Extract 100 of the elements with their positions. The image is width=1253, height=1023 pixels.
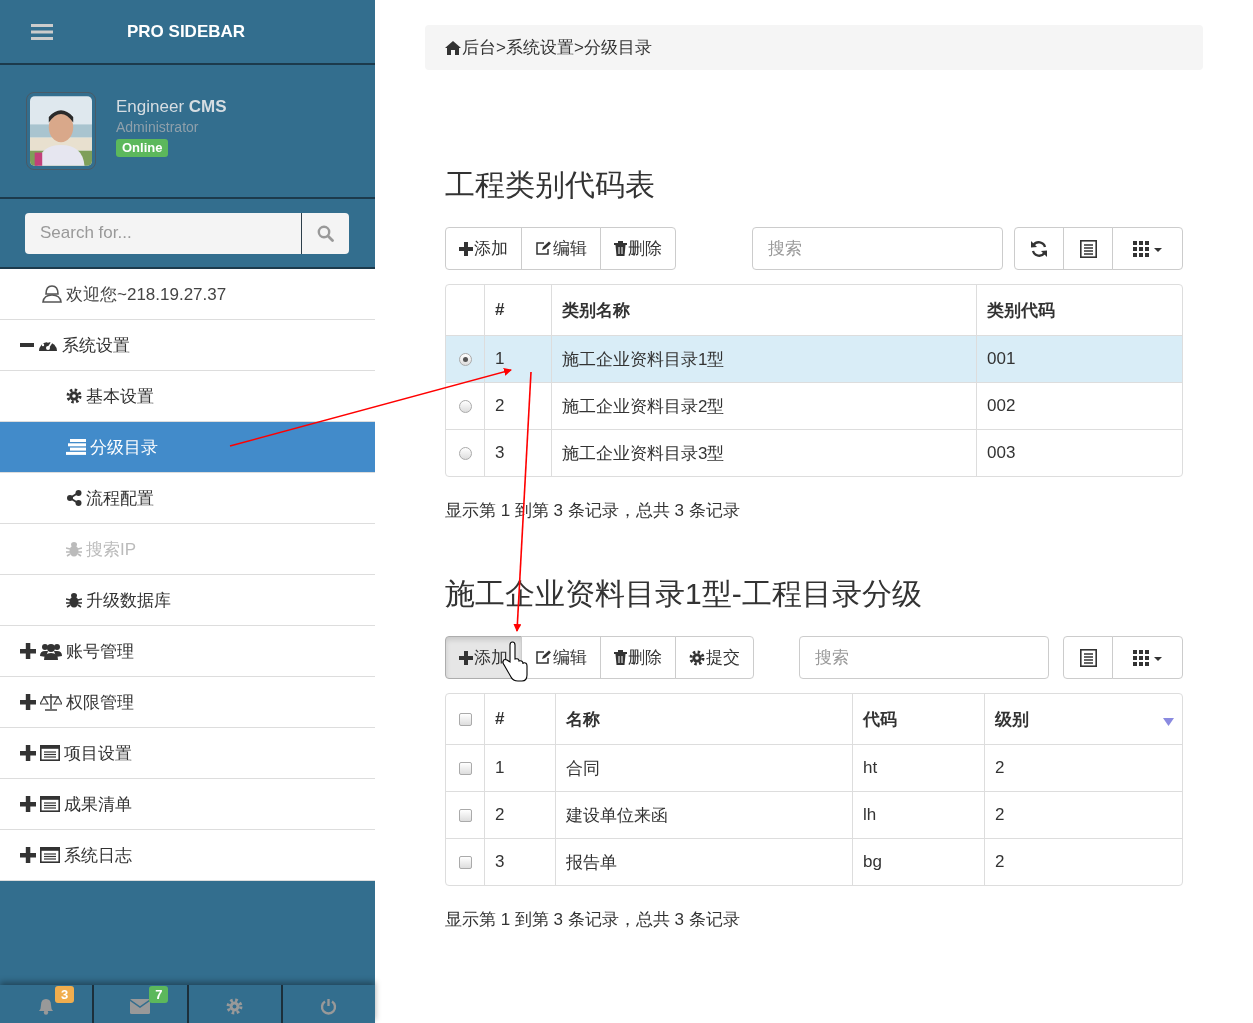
menu-item[interactable]: 账号管理 [0, 626, 375, 677]
search-button[interactable] [302, 212, 349, 254]
menu-item[interactable]: 项目设置 [0, 728, 375, 779]
tool-button[interactable] [1112, 227, 1183, 270]
menu-label: 搜索IP [86, 538, 137, 561]
menu-item[interactable]: 成果清单 [0, 779, 375, 830]
share-icon [66, 490, 82, 506]
table-cell: 3 [495, 852, 505, 872]
table-row[interactable]: 1 施工企业资料目录1型 001 [446, 335, 1182, 382]
bug-icon [66, 541, 82, 557]
menu-item[interactable]: 权限管理 [0, 677, 375, 728]
table-cell: 2 [995, 852, 1005, 872]
table-row[interactable]: 3 报告单 bg 2 [446, 838, 1182, 885]
plus-icon [459, 650, 473, 665]
select-all-checkbox[interactable] [458, 712, 472, 726]
table-cell: 2 [995, 805, 1005, 825]
gear-icon [689, 649, 705, 666]
table-cell-text: 合同 [566, 757, 600, 780]
menu-item[interactable]: 系统日志 [0, 830, 375, 881]
toolbar-button[interactable]: 添加 [445, 227, 522, 270]
menu-label: 系统设置 [62, 334, 130, 357]
menu-label: 基本设置 [86, 385, 154, 408]
list-icon [40, 847, 60, 863]
count-badge: 7 [149, 986, 169, 1003]
tool-button[interactable] [1112, 636, 1183, 679]
refresh-icon [1030, 239, 1048, 258]
columns-dropdown-icon [1132, 649, 1163, 666]
submenu-item[interactable]: 升级数据库 [0, 575, 375, 626]
submenu-item[interactable]: 分级目录 [0, 422, 375, 473]
tool-button[interactable] [1063, 636, 1113, 679]
list-icon [40, 745, 60, 761]
plus-icon [459, 241, 473, 256]
table-cell: 1 [495, 758, 505, 778]
envelope-icon [130, 998, 151, 1014]
toolbar-button[interactable]: 删除 [600, 227, 676, 270]
columns-dropdown-icon [1132, 240, 1163, 257]
search-icon [317, 224, 334, 242]
list-icon [1079, 239, 1097, 258]
stack-icon [66, 439, 86, 455]
toolbar-button[interactable]: 编辑 [521, 636, 601, 679]
breadcrumb-text: 后台>系统设置>分级目录 [462, 37, 652, 59]
row-radio[interactable] [458, 399, 472, 413]
table-cell-text: 建设单位来函 [566, 804, 668, 827]
scale-icon [40, 693, 62, 711]
row-checkbox[interactable] [458, 808, 472, 822]
toolbar-button[interactable]: 删除 [600, 636, 676, 679]
column-header[interactable]: 代码 [852, 694, 984, 744]
brand-title: PRO SIDEBAR [127, 21, 246, 42]
row-checkbox[interactable] [458, 761, 472, 775]
table-row[interactable]: 3 施工企业资料目录3型 003 [446, 429, 1182, 476]
table-row[interactable]: 1 合同 ht 2 [446, 744, 1182, 791]
table-cell: bg [863, 852, 882, 872]
column-header[interactable]: # [484, 694, 555, 744]
user-role: Administrator [116, 119, 199, 135]
column-header[interactable]: 级别 [984, 694, 1182, 744]
sort-icon [1163, 718, 1174, 726]
menu-label: 分级目录 [90, 436, 158, 459]
search-field[interactable]: Search for... [25, 212, 302, 254]
toolbar-button[interactable]: 提交 [675, 636, 754, 679]
row-checkbox[interactable] [458, 855, 472, 869]
menu-item[interactable]: 欢迎您~218.19.27.37 [0, 269, 375, 320]
tool-button[interactable] [1063, 227, 1113, 270]
status-badge: Online [116, 139, 169, 157]
table-cell: 002 [987, 396, 1016, 416]
gear-icon [226, 997, 244, 1015]
users-icon [40, 642, 62, 660]
edit-icon [535, 241, 552, 256]
pagination-info: 显示第 1 到第 3 条记录，总共 3 条记录 [445, 909, 741, 931]
gear-icon [66, 388, 82, 404]
table-cell: 2 [495, 805, 505, 825]
bell-icon [37, 997, 56, 1015]
table-cell: ht [863, 758, 878, 778]
row-radio[interactable] [458, 352, 472, 366]
user-name: Engineer CMS [116, 97, 227, 117]
list-icon [40, 796, 60, 812]
trash-icon [614, 241, 627, 256]
plus-icon [20, 796, 36, 812]
menu-item[interactable]: 系统设置 [0, 320, 375, 371]
menu-label: 升级数据库 [86, 589, 171, 612]
edit-icon [535, 650, 552, 665]
bug-icon [66, 592, 82, 608]
table-row[interactable]: 2 施工企业资料目录2型 002 [446, 382, 1182, 429]
menu-label: 权限管理 [66, 691, 134, 714]
toolbar-button[interactable]: 编辑 [521, 227, 601, 270]
tool-button[interactable] [1014, 227, 1064, 270]
table-cell-text: 报告单 [566, 851, 617, 874]
table-cell: 001 [987, 349, 1016, 369]
column-header[interactable]: 名称 [555, 694, 852, 744]
count-badge: 3 [55, 986, 75, 1003]
table-cell-text: 施工企业资料目录1型 [562, 348, 725, 371]
table-row[interactable]: 2 建设单位来函 lh 2 [446, 791, 1182, 838]
menu-icon[interactable] [31, 23, 53, 40]
plus-icon [20, 847, 36, 863]
list-icon [1079, 648, 1097, 667]
submenu-item[interactable]: 流程配置 [0, 473, 375, 524]
trash-icon [614, 650, 627, 665]
table-cell: 003 [987, 443, 1016, 463]
row-radio[interactable] [458, 446, 472, 460]
power-icon [320, 997, 338, 1015]
menu-label: 系统日志 [64, 844, 132, 867]
